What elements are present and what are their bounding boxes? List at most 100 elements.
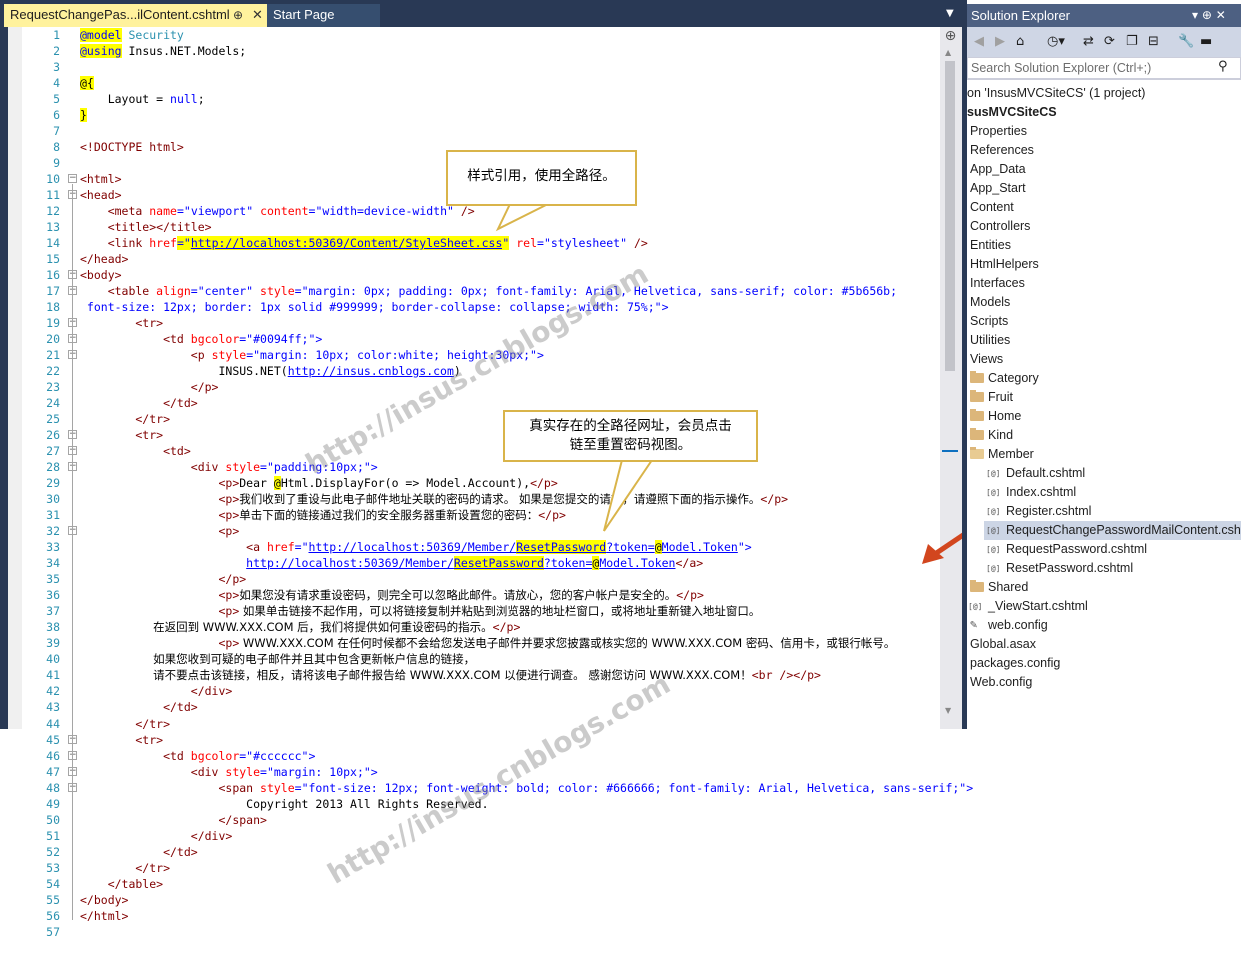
refresh-icon[interactable]: ⟳ [1104, 33, 1115, 51]
properties-icon[interactable]: 🔧 [1178, 33, 1194, 51]
html-tag: </div> [80, 829, 233, 843]
line-number: 28 [46, 460, 60, 474]
tree-item-references[interactable]: References [970, 141, 1034, 160]
tree-folder-member[interactable]: Member [988, 445, 1034, 464]
tree-item-entities[interactable]: Entities [970, 236, 1011, 255]
tree-item-controllers[interactable]: Controllers [970, 217, 1030, 236]
split-window-icon[interactable]: ⊕ [942, 29, 959, 44]
html-tag: <meta [80, 204, 150, 218]
reset-url-query[interactable]: ?token= [544, 556, 592, 570]
scroll-up-arrow-icon[interactable]: ▲ [945, 48, 951, 57]
collapse-region-icon[interactable]: − [68, 174, 77, 183]
html-tag: <body> [80, 268, 122, 282]
line-number: 15 [46, 252, 60, 266]
preview-icon[interactable]: ▬ [1200, 33, 1212, 51]
tree-item-content[interactable]: Content [970, 198, 1014, 217]
reset-url-token[interactable]: Model.Token [662, 540, 738, 554]
tree-item-utilities[interactable]: Utilities [970, 331, 1010, 350]
html-tag: <div [80, 460, 226, 474]
model-type: Security [121, 28, 184, 42]
line-number: 47 [46, 765, 60, 779]
tree-file-global-asax[interactable]: Global.asax [970, 635, 1036, 654]
panel-window-controls[interactable]: ▾ ⊕ ✕ [1192, 4, 1226, 27]
tree-item-app-start[interactable]: App_Start [970, 179, 1026, 198]
close-icon[interactable]: ✕ [252, 4, 263, 26]
tree-item-models[interactable]: Models [970, 293, 1010, 312]
tree-file-views-web-config[interactable]: web.config [988, 616, 1048, 635]
tree-item-views[interactable]: Views [970, 350, 1003, 369]
line-number: 43 [46, 700, 60, 714]
home-icon[interactable]: ⌂ [1016, 33, 1024, 51]
tree-folder-fruit[interactable]: Fruit [988, 388, 1013, 407]
code-text: 如果您没有请求重设密码，则完全可以忽略此邮件。请放心，您的客户帐户是安全的。 [239, 588, 677, 602]
code-line-35: </p> [80, 571, 246, 587]
code-line-37: <p> 如果单击链接不起作用，可以将链接复制并粘贴到浏览器的地址栏窗口，或将地址… [80, 603, 760, 619]
stylesheet-url[interactable]: http://localhost:50369/Content/StyleShee… [190, 236, 503, 250]
tree-item-scripts[interactable]: Scripts [970, 312, 1008, 331]
tab-dropdown-icon[interactable]: ▼ [946, 8, 954, 19]
tab-request-change-password[interactable]: RequestChangePas...ilContent.cshtml ⊕ ✕ [4, 4, 267, 27]
code-line-2: @using Insus.NET.Models; [80, 43, 246, 59]
show-all-files-icon[interactable]: ❐ [1126, 33, 1138, 51]
reset-url-base[interactable]: http://localhost:50369/Member/ [309, 540, 517, 554]
scrollbar-thumb[interactable] [945, 61, 955, 371]
tree-item-interfaces[interactable]: Interfaces [970, 274, 1025, 293]
tab-start-page[interactable]: Start Page [267, 4, 380, 27]
attr-name: align [156, 284, 191, 298]
tree-project-node[interactable]: susMVCSiteCS [967, 103, 1057, 122]
blog-url[interactable]: http://insus.cnblogs.com [288, 364, 454, 378]
config-file-icon: ✎ [970, 617, 978, 631]
reset-url-token[interactable]: Model.Token [599, 556, 675, 570]
tree-folder-kind[interactable]: Kind [988, 426, 1013, 445]
line-number: 45 [46, 733, 60, 747]
html-tag: <p> [80, 588, 240, 602]
reset-url-base[interactable]: http://localhost:50369/Member/ [246, 556, 454, 570]
scroll-down-arrow-icon[interactable]: ▼ [945, 706, 951, 715]
line-number: 25 [46, 412, 60, 426]
search-icon[interactable]: ⚲ [1218, 59, 1228, 74]
code-line-25: </tr> [80, 411, 170, 427]
line-number: 40 [46, 652, 60, 666]
tree-file-request-change-password-mail-content[interactable]: RequestChangePasswordMailContent.csh [1006, 521, 1241, 540]
attr-value: =" [294, 540, 309, 554]
line-number: 18 [46, 300, 60, 314]
line-number: 53 [46, 861, 60, 875]
html-tag: <tr> [80, 733, 164, 747]
reset-url-query[interactable]: ?token= [606, 540, 654, 554]
pin-icon[interactable]: ⊕ [233, 4, 243, 26]
line-number: 20 [46, 332, 60, 346]
tree-folder-shared[interactable]: Shared [988, 578, 1028, 597]
reset-url-action[interactable]: ResetPassword [516, 540, 607, 554]
callout-stylesheet-note: 样式引用，使用全路径。 [446, 150, 637, 206]
callout-tail [495, 202, 549, 232]
tree-file-request-password[interactable]: RequestPassword.cshtml [1006, 540, 1147, 559]
pending-changes-icon[interactable]: ◷▾ [1047, 33, 1065, 51]
tree-file-register[interactable]: Register.cshtml [1006, 502, 1091, 521]
line-number: 27 [46, 444, 60, 458]
tree-file-web-config[interactable]: Web.config [970, 673, 1032, 692]
tree-file-default[interactable]: Default.cshtml [1006, 464, 1085, 483]
tree-item-app-data[interactable]: App_Data [970, 160, 1026, 179]
tree-file-index[interactable]: Index.cshtml [1006, 483, 1076, 502]
tree-folder-home[interactable]: Home [988, 407, 1021, 426]
tree-item-htmlhelpers[interactable]: HtmlHelpers [970, 255, 1039, 274]
code-line-46: <td bgcolor="#cccccc"> [80, 748, 315, 764]
back-icon[interactable]: ◀ [974, 33, 984, 51]
tree-item-properties[interactable]: Properties [970, 122, 1027, 141]
tree-file-packages-config[interactable]: packages.config [970, 654, 1060, 673]
code-line-41: 请不要点击该链接，相反，请将该电子邮件报告给 WWW.XXX.COM 以便进行调… [80, 667, 821, 683]
collapse-all-icon[interactable]: ⊟ [1148, 33, 1159, 51]
code-line-6: } [80, 107, 87, 123]
attr-value: ="stylesheet" [537, 236, 628, 250]
sync-icon[interactable]: ⇄ [1083, 33, 1094, 51]
razor-file-icon: [@] [986, 564, 1001, 573]
code-line-27: <td> [80, 443, 191, 459]
reset-url-action[interactable]: ResetPassword [453, 556, 544, 570]
forward-icon[interactable]: ▶ [995, 33, 1005, 51]
tree-folder-category[interactable]: Category [988, 369, 1039, 388]
tree-file-viewstart[interactable]: _ViewStart.cshtml [988, 597, 1088, 616]
solution-search-input[interactable]: Search Solution Explorer (Ctrl+;) [967, 57, 1241, 79]
tree-file-reset-password[interactable]: ResetPassword.cshtml [1006, 559, 1133, 578]
tree-solution-node[interactable]: on 'InsusMVCSiteCS' (1 project) [967, 84, 1145, 103]
razor-file-icon: [@] [986, 488, 1001, 497]
